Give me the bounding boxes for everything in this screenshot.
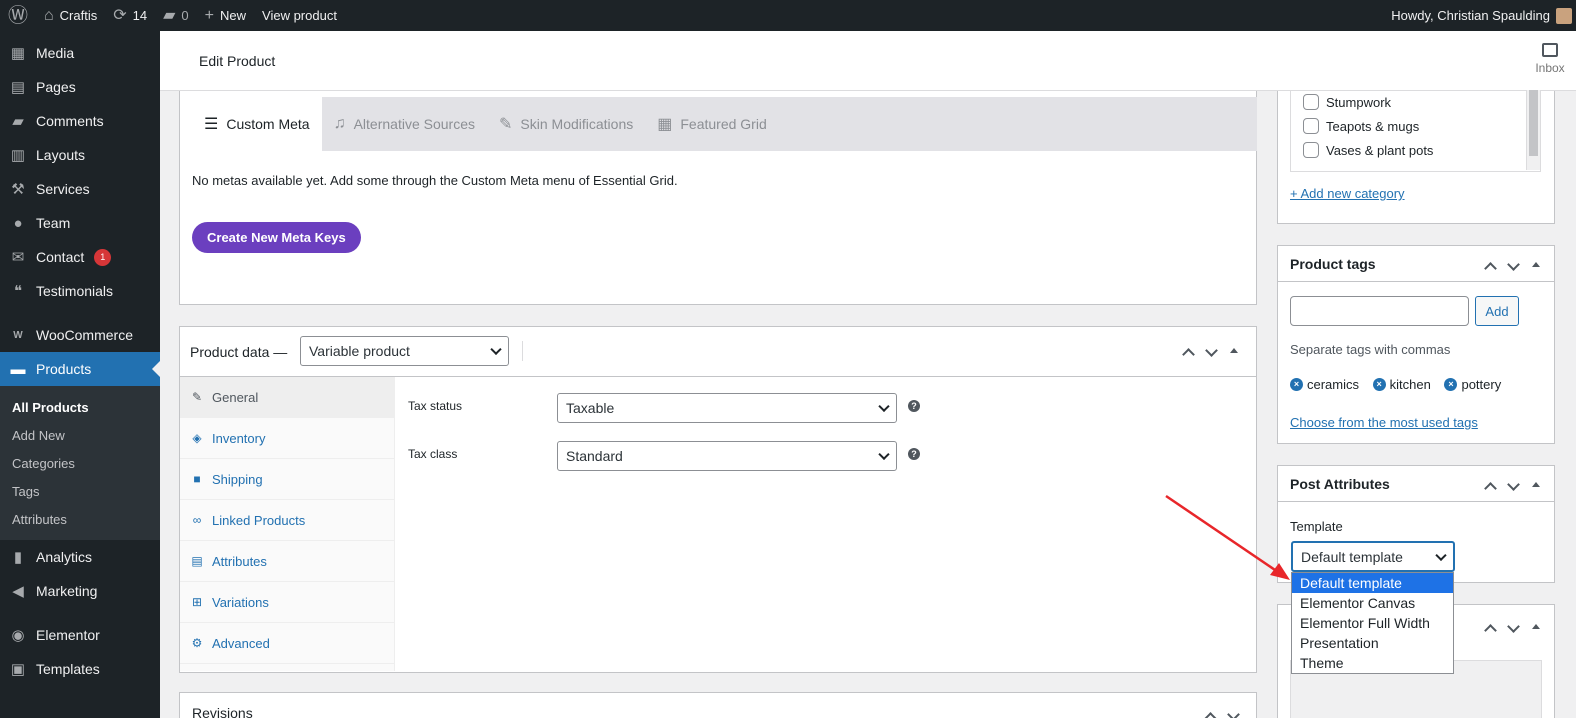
annotation-arrow — [1165, 494, 1290, 580]
